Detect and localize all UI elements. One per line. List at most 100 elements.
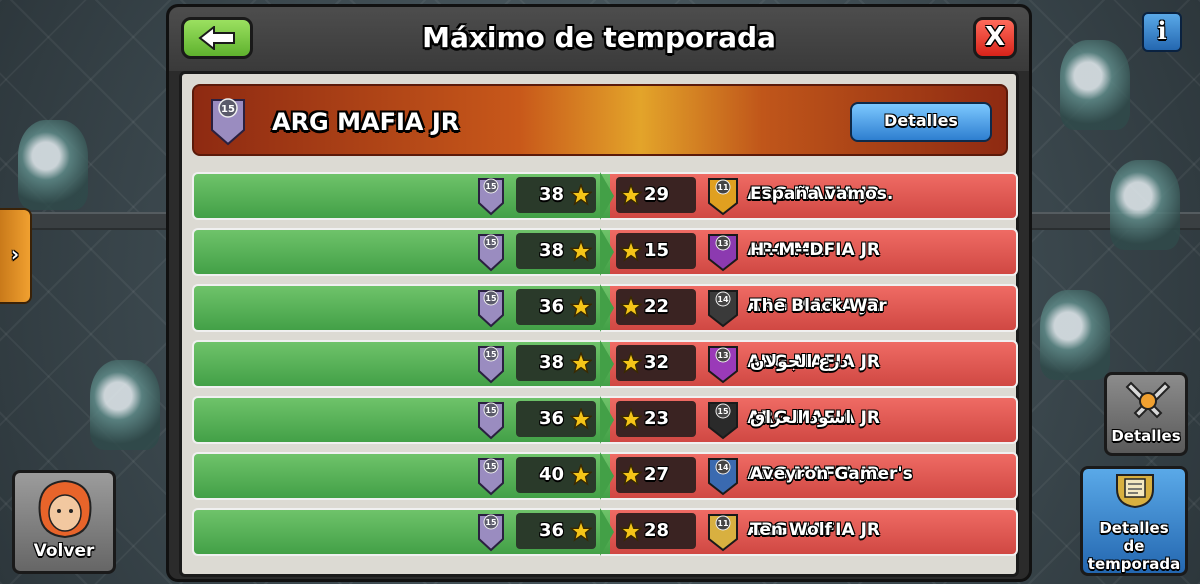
svg-text:15: 15 <box>485 518 497 527</box>
home-stars-value: 36 <box>538 296 564 317</box>
panel-header: Máximo de temporada X <box>169 7 1029 71</box>
home-stars-box: 40 <box>516 457 596 493</box>
star-icon <box>620 184 642 206</box>
svg-text:15: 15 <box>485 238 497 247</box>
war-row[interactable]: ARG MAFIA JR 15 38 29 11 España vamos. <box>192 172 1018 220</box>
enemy-clan-badge-icon: 14 <box>708 458 738 496</box>
enemy-clan-badge-icon: 15 <box>708 402 738 440</box>
star-icon <box>570 296 592 318</box>
season-best-panel: Máximo de temporada X 15 ARG MAFIA JR De… <box>166 4 1032 582</box>
svg-text:15: 15 <box>221 104 235 115</box>
enemy-clan-badge-icon: 13 <box>708 234 738 272</box>
svg-text:15: 15 <box>485 350 497 359</box>
star-icon <box>620 408 642 430</box>
background-tree <box>1110 160 1180 250</box>
star-icon <box>570 408 592 430</box>
svg-text:11: 11 <box>717 519 729 528</box>
enemy-clan-name: Aveyron Gamer's <box>750 464 913 484</box>
crossed-swords-icon <box>1125 381 1171 419</box>
home-stars-value: 40 <box>538 464 564 485</box>
enemy-clan-badge-icon: 14 <box>708 290 738 328</box>
svg-text:11: 11 <box>717 183 729 192</box>
background-tree <box>18 120 88 210</box>
home-stars-box: 38 <box>516 345 596 381</box>
season-details-label-1: Detalles <box>1099 519 1169 537</box>
svg-text:14: 14 <box>717 295 729 304</box>
war-row[interactable]: ARG MAFIA JR 15 36 23 15 اسود العراق <box>192 396 1018 444</box>
enemy-stars-value: 32 <box>644 352 670 373</box>
panel-body: 15 ARG MAFIA JR Detalles ARG MAFIA JR 15 3… <box>179 71 1019 577</box>
war-divider <box>600 452 614 500</box>
enemy-clan-badge-icon: 11 <box>708 178 738 216</box>
home-stars-value: 36 <box>538 408 564 429</box>
enemy-stars-box: 28 <box>616 513 696 549</box>
trophy-icon <box>1116 474 1154 509</box>
war-row[interactable]: ARG MAFIA JR 15 36 28 11 Ten Wolf <box>192 508 1018 556</box>
star-icon <box>570 352 592 374</box>
enemy-clan-badge-icon: 13 <box>708 346 738 384</box>
enemy-stars-value: 22 <box>644 296 670 317</box>
svg-text:15: 15 <box>485 294 497 303</box>
home-stars-box: 38 <box>516 177 596 213</box>
expand-side-tab[interactable]: › <box>0 208 32 304</box>
home-clan-badge-icon: 15 <box>478 290 504 328</box>
svg-text:13: 13 <box>717 351 728 360</box>
home-clan-badge-icon: 15 <box>478 458 504 496</box>
enemy-stars-box: 22 <box>616 289 696 325</box>
war-divider <box>600 340 614 388</box>
star-icon <box>570 240 592 262</box>
clan-name: ARG MAFIA JR <box>272 108 460 136</box>
valkyrie-portrait-icon <box>38 479 92 539</box>
war-row[interactable]: ARG MAFIA JR 15 40 27 14 Aveyron Gamer's <box>192 452 1018 500</box>
enemy-clan-name: اسود العراق <box>750 408 852 428</box>
home-stars-value: 36 <box>538 520 564 541</box>
home-stars-box: 38 <box>516 233 596 269</box>
star-icon <box>620 240 642 262</box>
enemy-stars-value: 28 <box>644 520 670 541</box>
enemy-stars-box: 23 <box>616 401 696 437</box>
enemy-clan-name: Ten Wolf <box>750 520 832 540</box>
star-icon <box>620 296 642 318</box>
season-details-button[interactable]: Detalles de temporada <box>1080 466 1188 576</box>
home-clan-badge-icon: 15 <box>478 346 504 384</box>
enemy-clan-name: The Black War <box>750 296 887 316</box>
star-icon <box>570 464 592 486</box>
background-tree <box>1060 40 1130 130</box>
war-row[interactable]: ARG MAFIA JR 15 38 15 13 H--M--D <box>192 228 1018 276</box>
clan-details-button[interactable]: Detalles <box>850 102 992 142</box>
star-icon <box>620 352 642 374</box>
war-divider <box>600 228 614 276</box>
star-icon <box>620 520 642 542</box>
war-divider <box>600 284 614 332</box>
svg-text:14: 14 <box>717 463 729 472</box>
enemy-stars-box: 32 <box>616 345 696 381</box>
clan-banner: 15 ARG MAFIA JR Detalles <box>192 84 1008 156</box>
enemy-clan-name: H--M--D <box>750 240 824 260</box>
background-tree <box>90 360 160 450</box>
clan-badge-icon: 15 <box>211 98 245 146</box>
season-details-label-3: temporada <box>1087 555 1181 573</box>
star-icon <box>620 464 642 486</box>
page-title: Máximo de temporada <box>422 21 776 54</box>
war-row[interactable]: ARG MAFIA JR 15 38 32 13 درع الجولان <box>192 340 1018 388</box>
svg-text:15: 15 <box>485 406 497 415</box>
enemy-stars-value: 15 <box>644 240 670 261</box>
home-stars-box: 36 <box>516 513 596 549</box>
volver-label: Volver <box>33 541 95 561</box>
home-clan-badge-icon: 15 <box>478 234 504 272</box>
home-stars-box: 36 <box>516 401 596 437</box>
war-details-label: Detalles <box>1111 427 1181 445</box>
volver-button[interactable]: Volver <box>12 470 116 574</box>
enemy-stars-box: 29 <box>616 177 696 213</box>
background-tree <box>1040 290 1110 380</box>
info-button[interactable]: i <box>1142 12 1182 52</box>
home-clan-badge-icon: 15 <box>478 178 504 216</box>
star-icon <box>570 184 592 206</box>
svg-text:15: 15 <box>717 407 729 416</box>
close-button[interactable]: X <box>973 17 1017 59</box>
war-details-button[interactable]: Detalles <box>1104 372 1188 456</box>
war-row[interactable]: ARG MAFIA JR 15 36 22 14 The Black War <box>192 284 1018 332</box>
enemy-clan-badge-icon: 11 <box>708 514 738 552</box>
svg-text:13: 13 <box>717 239 728 248</box>
season-details-label-2: de <box>1123 537 1145 555</box>
